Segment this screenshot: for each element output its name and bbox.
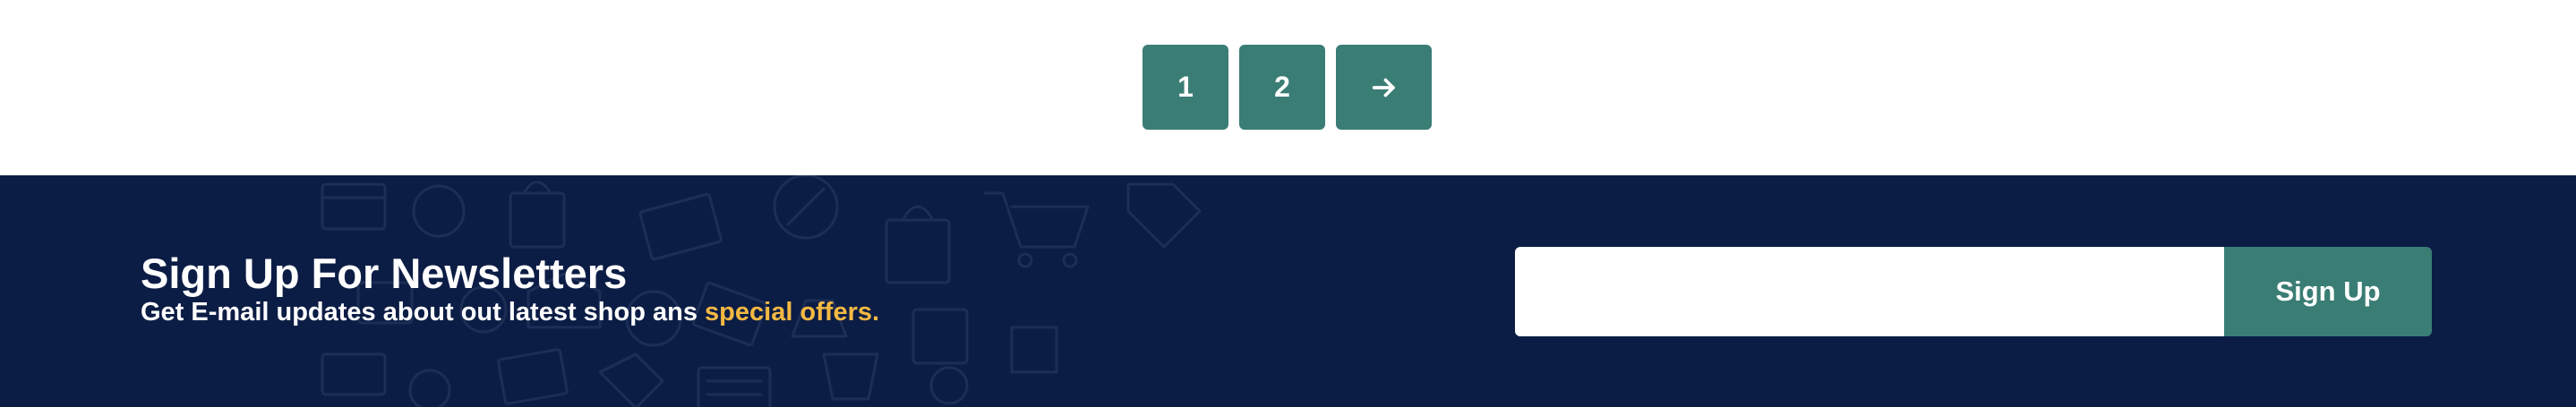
- email-field[interactable]: [1515, 247, 2224, 336]
- sign-up-button[interactable]: Sign Up: [2224, 247, 2432, 336]
- page-button-2[interactable]: 2: [1239, 45, 1325, 130]
- newsletter-section: Sign Up For Newsletters Get E-mail updat…: [0, 175, 2576, 407]
- newsletter-form: Sign Up: [1515, 247, 2432, 336]
- page: 1 2 Sign Up For Newsletters Get E-mail u…: [0, 0, 2576, 407]
- newsletter-subtitle: Get E-mail updates about out latest shop…: [141, 300, 879, 326]
- special-offers-highlight: special offers.: [705, 298, 880, 326]
- page-button-1[interactable]: 1: [1143, 45, 1228, 130]
- next-page-button[interactable]: [1336, 45, 1432, 130]
- arrow-right-icon: [1372, 78, 1395, 97]
- pagination: 1 2: [1143, 45, 1432, 130]
- newsletter-subtitle-text: Get E-mail updates about out latest shop…: [141, 298, 706, 326]
- newsletter-title: Sign Up For Newsletters: [141, 250, 628, 297]
